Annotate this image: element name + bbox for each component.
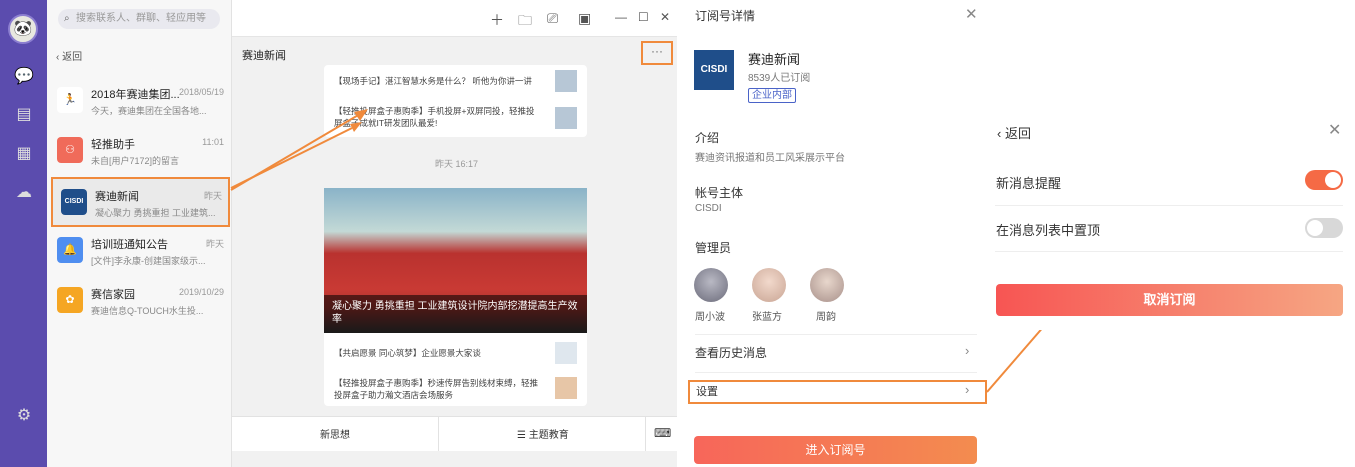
admin-name: 张蓝方 [752, 312, 782, 323]
unsubscribe-button[interactable]: 取消订阅 [996, 284, 1343, 316]
settings-label: 设置 [696, 386, 718, 398]
admin-label: 管理员 [695, 241, 732, 255]
chevron-right-icon: › [965, 382, 970, 397]
avatar[interactable] [752, 268, 786, 302]
divider [995, 251, 1343, 252]
panel-title: 订阅号详情 [695, 9, 756, 23]
close-icon[interactable]: ✕ [965, 5, 978, 23]
close-icon[interactable]: ✕ [1328, 120, 1341, 140]
chevron-right-icon: › [965, 343, 970, 358]
enter-account-button[interactable]: 进入订阅号 [694, 436, 977, 464]
divider [695, 372, 977, 373]
avatar[interactable] [694, 268, 728, 302]
settings-row[interactable]: 设置 [688, 380, 987, 404]
admin-name: 周小波 [695, 312, 725, 323]
divider [695, 334, 977, 335]
owner-label: 帐号主体 [695, 186, 744, 200]
cisdi-logo: CISDI [694, 50, 734, 90]
avatar[interactable] [810, 268, 844, 302]
account-name: 赛迪新闻 [748, 52, 801, 67]
internal-badge: 企业内部 [748, 88, 796, 103]
arrow-to-more [230, 109, 368, 191]
subscriber-count: 8539人已订阅 [748, 73, 811, 84]
divider [995, 205, 1343, 206]
pin-label: 在消息列表中置顶 [996, 223, 1101, 238]
owner-value: CISDI [695, 203, 722, 214]
intro-value: 赛迪资讯报道和员工风采展示平台 [695, 153, 845, 164]
admin-name: 周韵 [816, 312, 836, 323]
notify-toggle[interactable] [1305, 170, 1343, 190]
back-button[interactable]: ‹ 返回 [997, 123, 1031, 142]
back-label: 返回 [1004, 126, 1031, 141]
history-link[interactable]: 查看历史消息 [695, 344, 767, 361]
intro-label: 介绍 [695, 131, 720, 145]
notify-label: 新消息提醒 [996, 176, 1062, 191]
pin-toggle[interactable] [1305, 218, 1343, 238]
